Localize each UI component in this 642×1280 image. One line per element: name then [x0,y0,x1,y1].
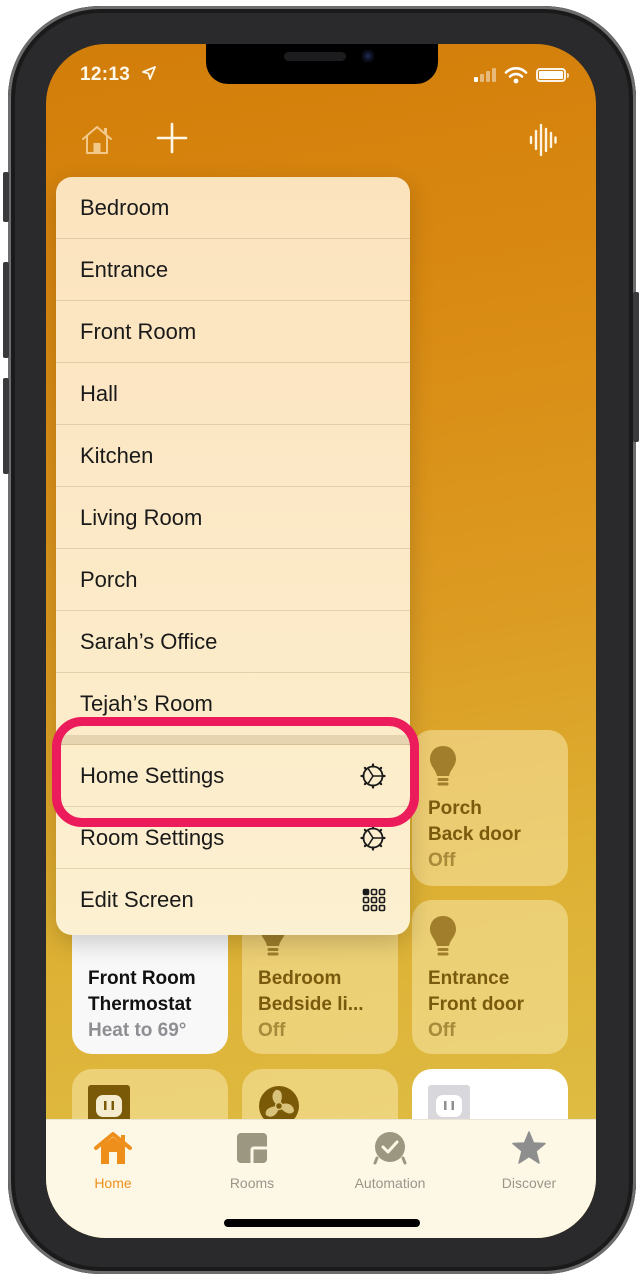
menu-item-label: Front Room [80,318,197,344]
tab-automation[interactable]: Automation [335,1130,445,1191]
battery-icon [536,68,569,82]
home-indicator[interactable] [224,1219,420,1227]
tab-discover[interactable]: Discover [474,1130,584,1191]
tile-status: Off [428,850,456,871]
tile-name: Thermostat [88,994,192,1015]
volume-down-button [3,378,9,474]
star-icon [512,1131,546,1164]
voice-waveform-icon[interactable] [528,122,558,158]
home-app-screen: 12:13 Porch Back door Off Front Room The… [46,44,596,1238]
gear-icon [360,824,386,851]
menu-item-edit-screen[interactable]: Edit Screen [56,869,410,931]
menu-section-divider [56,735,410,745]
menu-item-room[interactable]: Tejah’s Room [56,673,410,735]
tile-room: Front Room [88,968,196,989]
cellular-signal-icon [474,68,496,82]
rooms-icon [237,1133,267,1163]
tile-status: Off [428,1020,456,1041]
menu-item-home-settings[interactable]: Home Settings [56,745,410,807]
tab-label: Home [94,1175,132,1191]
menu-item-label: Sarah’s Office [80,628,218,654]
wifi-icon [504,67,528,84]
menu-item-label: Kitchen [80,442,154,468]
home-context-menu: Bedroom Entrance Front Room Hall Kitchen… [56,177,410,935]
gear-icon [360,762,386,789]
home-outline-icon[interactable] [80,124,114,156]
clock-check-icon [373,1132,407,1165]
menu-item-label: Tejah’s Room [80,691,213,716]
tile-name: Back door [428,824,521,845]
status-time: 12:13 [80,64,131,85]
menu-item-room[interactable]: Hall [56,363,410,425]
menu-item-room-settings[interactable]: Room Settings [56,807,410,869]
tile-name: Bedside li... [258,994,364,1015]
menu-item-room[interactable]: Bedroom [56,177,410,239]
menu-item-label: Hall [80,380,118,406]
menu-item-label: Entrance [80,256,169,282]
house-icon [94,1132,132,1164]
menu-item-label: Bedroom [80,194,170,220]
tile-status: Heat to 69° [88,1020,187,1041]
plus-icon[interactable] [156,122,188,154]
location-arrow-icon [142,66,156,80]
tile-room: Entrance [428,968,510,989]
lightbulb-icon [430,746,456,786]
menu-item-room[interactable]: Entrance [56,239,410,301]
menu-item-label: Edit Screen [80,887,194,912]
tab-label: Discover [501,1175,557,1191]
menu-item-label: Home Settings [80,762,225,788]
menu-item-label: Room Settings [80,824,225,850]
menu-item-room[interactable]: Living Room [56,487,410,549]
volume-up-button [3,262,9,358]
menu-item-label: Living Room [80,504,203,530]
tab-rooms[interactable]: Rooms [197,1130,307,1191]
tab-home[interactable]: Home [58,1130,168,1191]
notch [206,44,438,84]
menu-item-room[interactable]: Sarah’s Office [56,611,410,673]
accessory-tile[interactable]: Porch Back door Off [412,730,568,886]
menu-item-label: Porch [80,566,138,592]
tile-room: Bedroom [258,968,342,989]
accessory-tile[interactable]: Entrance Front door Off [412,900,568,1054]
side-button [633,292,639,442]
menu-item-room[interactable]: Kitchen [56,425,410,487]
tile-name: Front door [428,994,525,1015]
tile-room: Porch [428,798,482,819]
speaker [284,52,346,61]
menu-item-room[interactable]: Front Room [56,301,410,363]
tab-label: Automation [354,1175,426,1191]
lightbulb-icon [430,916,456,956]
menu-item-room[interactable]: Porch [56,549,410,611]
mute-switch [3,172,9,222]
grid-icon [362,888,386,912]
front-camera [362,50,374,62]
tile-status: Off [258,1020,286,1041]
tab-label: Rooms [229,1175,275,1191]
